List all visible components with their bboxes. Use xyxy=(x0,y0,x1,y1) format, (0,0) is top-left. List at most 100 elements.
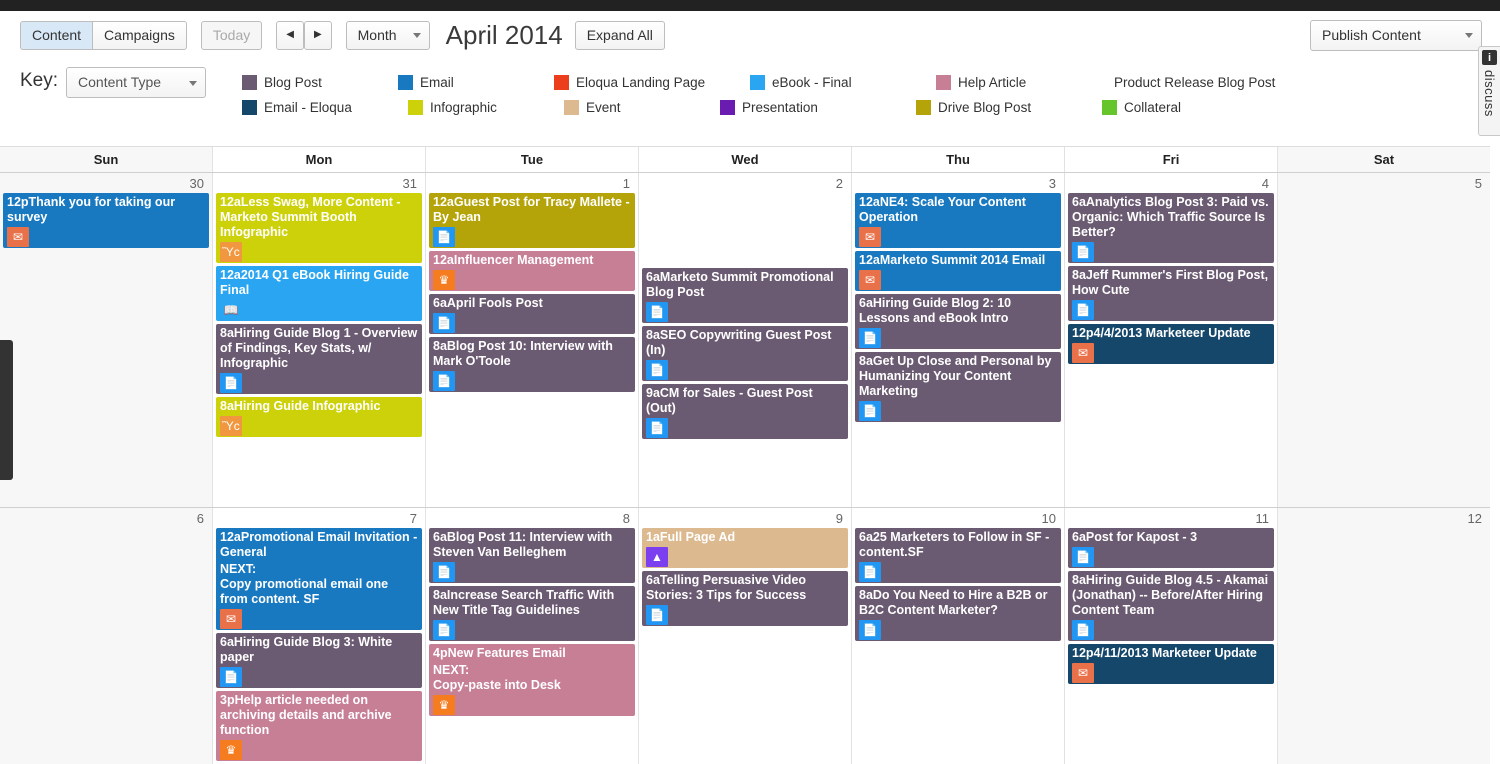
calendar-event[interactable]: 12aTask Reminders NEXT: Video xyxy=(642,193,848,265)
event-title: 8aHiring Guide Infographic xyxy=(220,399,381,413)
page-title: April 2014 xyxy=(445,20,563,50)
calendar-day-cell[interactable]: 8 6aBlog Post 11: Interview with Steven V… xyxy=(426,508,639,764)
calendar-event[interactable]: 8aHiring Guide Blog 1 - Overview of Find… xyxy=(216,324,422,394)
document-icon: 📄 xyxy=(859,328,881,348)
calendar-day-cell[interactable]: 9 1aFull Page Ad ▲ 6aTelling Persuasive Vid… xyxy=(639,508,852,764)
legend-item[interactable]: Drive Blog Post xyxy=(916,95,1096,120)
calendar-event[interactable]: 12a2014 Q1 eBook Hiring Guide Final 📖 xyxy=(216,266,422,321)
event-next-text: Copy-paste into Desk xyxy=(433,678,561,692)
event-title: 8aSEO Copywriting Guest Post (In) xyxy=(646,328,832,357)
content-tab-button[interactable]: Content xyxy=(20,20,93,50)
calendar-event[interactable]: 12aMarketo Summit 2014 Email ✉ xyxy=(855,251,1061,291)
legend-item[interactable]: Help Article xyxy=(936,70,1086,95)
legend-item[interactable]: eBook - Final xyxy=(750,70,930,95)
calendar-event[interactable]: 12aGuest Post for Tracy Mallete - By Jea… xyxy=(429,193,635,248)
calendar-day-cell[interactable]: 12 xyxy=(1278,508,1490,764)
day-number: 7 xyxy=(409,511,417,526)
document-icon: 📄 xyxy=(220,667,242,687)
discuss-side-tab[interactable]: i discuss xyxy=(1478,46,1500,136)
calendar-event[interactable]: 8aBlog Post 10: Interview with Mark O'To… xyxy=(429,337,635,392)
calendar-day-cell[interactable]: 4 6aAnalytics Blog Post 3: Paid vs. Organ… xyxy=(1065,173,1278,507)
calendar-event[interactable]: 6aPost for Kapost - 3 📄 xyxy=(1068,528,1274,568)
info-icon: i xyxy=(1482,50,1497,65)
calendar-event[interactable]: 8aHiring Guide Blog 4.5 - Akamai (Jonath… xyxy=(1068,571,1274,641)
event-title: 9aCM for Sales - Guest Post (Out) xyxy=(646,386,813,415)
today-button[interactable]: Today xyxy=(200,20,263,50)
legend-item[interactable]: Presentation xyxy=(720,95,910,120)
event-next-label: NEXT: xyxy=(433,663,470,677)
document-icon: 📄 xyxy=(433,227,455,247)
legend-item[interactable]: Event xyxy=(564,95,714,120)
calendar-event[interactable]: 3pHelp article needed on archiving detai… xyxy=(216,691,422,761)
calendar-day-cell[interactable]: 6 xyxy=(0,508,213,764)
day-of-week-header-wed: Wed xyxy=(639,147,852,172)
event-title: 8aHiring Guide Blog 1 - Overview of Find… xyxy=(220,326,418,370)
calendar-day-cell[interactable]: 2 12aTask Reminders NEXT: Video 6aMarketo Su… xyxy=(639,173,852,507)
calendar-event[interactable]: 8aSEO Copywriting Guest Post (In) 📄 xyxy=(642,326,848,381)
legend-item[interactable]: Email xyxy=(398,70,548,95)
calendar-event[interactable]: 8aGet Up Close and Personal by Humanizin… xyxy=(855,352,1061,422)
event-title: 6aAnalytics Blog Post 3: Paid vs. Organi… xyxy=(1072,195,1269,239)
envelope-icon: ✉ xyxy=(1072,663,1094,683)
calendar-event[interactable]: 12aNE4: Scale Your Content Operation ✉ xyxy=(855,193,1061,248)
calendar-day-cell[interactable]: 7 12aPromotional Email Invitation - Gener… xyxy=(213,508,426,764)
top-chrome-strip xyxy=(0,0,1500,11)
calendar-event[interactable]: 6aMarketo Summit Promotional Blog Post 📄 xyxy=(642,268,848,323)
legend-item[interactable]: Eloqua Landing Page xyxy=(554,70,744,95)
calendar-day-cell[interactable]: 10 6a25 Marketers to Follow in SF - conte… xyxy=(852,508,1065,764)
calendar-day-cell[interactable]: 31 12aLess Swag, More Content - Marketo S… xyxy=(213,173,426,507)
calendar-event[interactable]: 8aIncrease Search Traffic With New Title… xyxy=(429,586,635,641)
left-drawer-handle[interactable] xyxy=(0,340,13,480)
legend-color-swatch xyxy=(398,75,414,90)
legend-item[interactable]: Blog Post xyxy=(242,70,392,95)
prev-period-button[interactable]: ◀ xyxy=(276,20,304,50)
event-next-label: NEXT: xyxy=(646,212,683,226)
calendar-day-cell[interactable]: 30 12pThank you for taking our survey ✉ xyxy=(0,173,213,507)
legend-item[interactable]: Collateral xyxy=(1102,95,1252,120)
day-number: 5 xyxy=(1474,176,1482,191)
date-nav-arrows: ◀ ▶ xyxy=(276,20,332,50)
envelope-icon: ✉ xyxy=(220,609,242,629)
legend-item[interactable]: Email - Eloqua xyxy=(242,95,402,120)
event-title: 8aJeff Rummer's First Blog Post, How Cut… xyxy=(1072,268,1269,297)
day-of-week-header-tue: Tue xyxy=(426,147,639,172)
calendar-event[interactable]: 6aHiring Guide Blog 2: 10 Lessons and eB… xyxy=(855,294,1061,349)
calendar-event[interactable]: 1aFull Page Ad ▲ xyxy=(642,528,848,568)
calendar-event[interactable]: 6aAnalytics Blog Post 3: Paid vs. Organi… xyxy=(1068,193,1274,263)
legend-item-label: Presentation xyxy=(742,100,818,115)
calendar-event[interactable]: 4pNew Features Email NEXT: Copy-paste into… xyxy=(429,644,635,716)
calendar-event[interactable]: 12pThank you for taking our survey ✉ xyxy=(3,193,209,248)
calendar-event[interactable]: 9aCM for Sales - Guest Post (Out) 📄 xyxy=(642,384,848,439)
calendar-event[interactable]: 12aLess Swag, More Content - Marketo Sum… xyxy=(216,193,422,263)
calendar-day-cell[interactable]: 1 12aGuest Post for Tracy Mallete - By Je… xyxy=(426,173,639,507)
calendar-event[interactable]: 8aJeff Rummer's First Blog Post, How Cut… xyxy=(1068,266,1274,321)
calendar-event[interactable]: 12p4/4/2013 Marketeer Update ✉ xyxy=(1068,324,1274,364)
envelope-icon: ✉ xyxy=(859,270,881,290)
day-of-week-header-thu: Thu xyxy=(852,147,1065,172)
calendar-event[interactable]: 12p4/11/2013 Marketeer Update ✉ xyxy=(1068,644,1274,684)
calendar-event[interactable]: 6aTelling Persuasive Video Stories: 3 Ti… xyxy=(642,571,848,626)
calendar-event[interactable]: 8aHiring Guide Infographic Ὓc xyxy=(216,397,422,437)
day-of-week-header-fri: Fri xyxy=(1065,147,1278,172)
key-type-select[interactable]: Content Type xyxy=(66,67,207,98)
legend-item[interactable]: Infographic xyxy=(408,95,558,120)
calendar-event[interactable]: 6a25 Marketers to Follow in SF - content… xyxy=(855,528,1061,583)
calendar-event[interactable]: 6aBlog Post 11: Interview with Steven Va… xyxy=(429,528,635,583)
expand-all-button[interactable]: Expand All xyxy=(574,20,665,50)
calendar-day-cell[interactable]: 3 12aNE4: Scale Your Content Operation ✉ 12… xyxy=(852,173,1065,507)
calendar-day-cell[interactable]: 5 xyxy=(1278,173,1490,507)
next-period-button[interactable]: ▶ xyxy=(303,20,332,50)
day-number: 9 xyxy=(835,511,843,526)
calendar-event[interactable]: 8aDo You Need to Hire a B2B or B2C Conte… xyxy=(855,586,1061,641)
view-period-select[interactable]: Month xyxy=(345,20,430,50)
calendar-event[interactable]: 12aPromotional Email Invitation - Genera… xyxy=(216,528,422,630)
document-icon: 📄 xyxy=(1072,547,1094,567)
calendar-day-cell[interactable]: 11 6aPost for Kapost - 3 📄 8aHiring Guide B… xyxy=(1065,508,1278,764)
publish-content-select[interactable]: Publish Content xyxy=(1310,19,1482,51)
legend-item[interactable]: Product Release Blog Post xyxy=(1092,70,1322,95)
calendar-event[interactable]: 6aApril Fools Post 📄 xyxy=(429,294,635,334)
campaigns-tab-button[interactable]: Campaigns xyxy=(92,20,187,50)
day-number: 8 xyxy=(622,511,630,526)
calendar-event[interactable]: 6aHiring Guide Blog 3: White paper 📄 xyxy=(216,633,422,688)
calendar-event[interactable]: 12aInfluencer Management ♛ xyxy=(429,251,635,291)
